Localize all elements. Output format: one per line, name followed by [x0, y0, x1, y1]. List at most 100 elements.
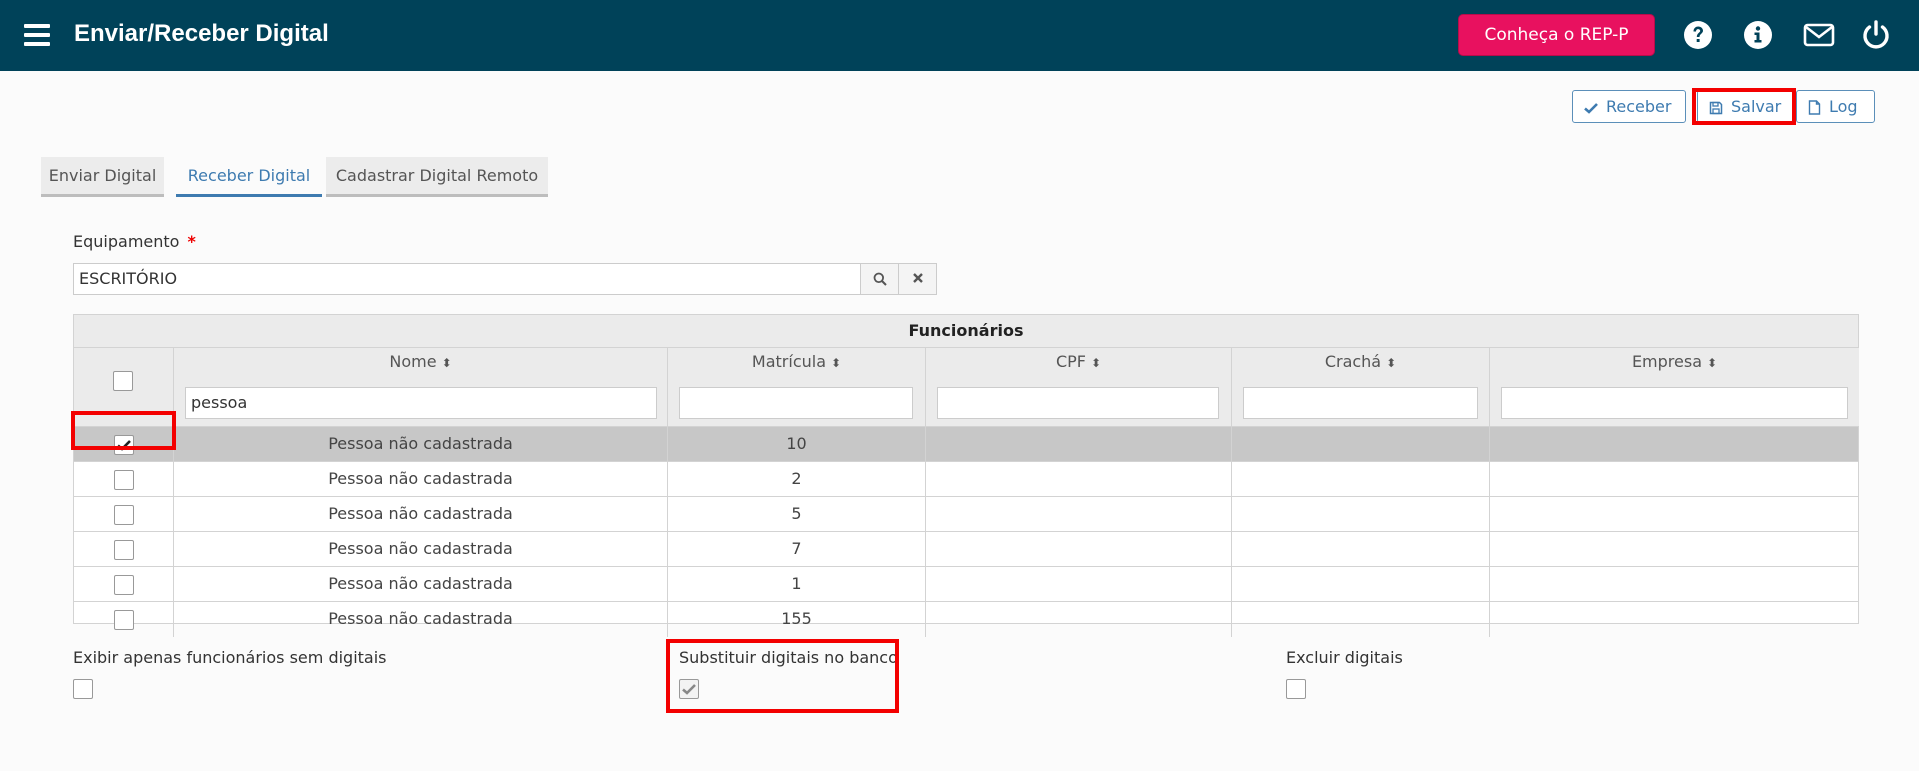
help-icon[interactable]: [1682, 19, 1714, 51]
log-button[interactable]: Log: [1796, 90, 1875, 123]
cpf-cell: [926, 567, 1232, 602]
sort-icon: ⬍: [441, 356, 452, 370]
clear-button[interactable]: [898, 263, 937, 295]
exibir-label: Exibir apenas funcionários sem digitais: [73, 648, 387, 667]
exibir-checkbox[interactable]: [73, 679, 93, 699]
sort-icon: ⬍: [831, 356, 842, 370]
empresa-cell: [1490, 497, 1859, 532]
empresa-cell: [1490, 602, 1859, 637]
power-icon[interactable]: [1860, 19, 1892, 51]
sort-cracha[interactable]: Crachá ⬍: [1232, 352, 1489, 371]
empresa-cell: [1490, 427, 1859, 462]
column-cracha: Crachá ⬍: [1232, 348, 1490, 427]
excluir-checkbox[interactable]: [1286, 679, 1306, 699]
filter-matricula-input[interactable]: [679, 387, 913, 419]
cracha-cell: [1232, 497, 1490, 532]
nome-cell: Pessoa não cadastrada: [174, 567, 668, 602]
nome-cell: Pessoa não cadastrada: [174, 497, 668, 532]
search-icon: [873, 272, 887, 286]
rep-p-button[interactable]: Conheça o REP-P: [1458, 14, 1655, 56]
table-row[interactable]: Pessoa não cadastrada 1: [74, 567, 1858, 602]
filter-cpf-input[interactable]: [937, 387, 1219, 419]
sort-matricula[interactable]: Matrícula ⬍: [668, 352, 925, 371]
select-all-checkbox[interactable]: [113, 371, 133, 391]
matricula-cell: 7: [668, 532, 926, 567]
nome-cell: Pessoa não cadastrada: [174, 462, 668, 497]
save-icon: [1709, 101, 1723, 114]
cpf-cell: [926, 497, 1232, 532]
cracha-cell: [1232, 567, 1490, 602]
equipamento-label: Equipamento *: [73, 232, 196, 251]
nome-cell: Pessoa não cadastrada: [174, 602, 668, 637]
equipamento-input[interactable]: ESCRITÓRIO: [73, 263, 861, 295]
matricula-cell: 2: [668, 462, 926, 497]
check-icon: [116, 439, 131, 451]
table-row[interactable]: Pessoa não cadastrada 155: [74, 602, 1858, 637]
cracha-cell: [1232, 602, 1490, 637]
sort-icon: ⬍: [1090, 356, 1102, 370]
table-row[interactable]: Pessoa não cadastrada 2: [74, 462, 1858, 497]
table-row[interactable]: Pessoa não cadastrada 10: [74, 427, 1858, 462]
funcionarios-table: Funcionários Nome ⬍ pessoa Matrícula ⬍ CPF…: [73, 314, 1859, 637]
table-row[interactable]: Pessoa não cadastrada 5: [74, 497, 1858, 532]
row-checkbox[interactable]: [113, 539, 134, 560]
table-caption: Funcionários: [74, 315, 1858, 348]
matricula-cell: 155: [668, 602, 926, 637]
matricula-cell: 10: [668, 427, 926, 462]
nome-cell: Pessoa não cadastrada: [174, 532, 668, 567]
cracha-cell: [1232, 427, 1490, 462]
excluir-label: Excluir digitais: [1286, 648, 1403, 667]
substituir-checkbox[interactable]: [679, 679, 699, 699]
receber-button[interactable]: Receber: [1572, 90, 1686, 123]
empresa-cell: [1490, 462, 1859, 497]
empresa-cell: [1490, 567, 1859, 602]
filter-empresa-input[interactable]: [1501, 387, 1848, 419]
close-icon: [912, 273, 923, 283]
sort-icon: ⬍: [1707, 356, 1718, 370]
log-label: Log: [1829, 97, 1858, 116]
salvar-button[interactable]: Salvar: [1697, 90, 1793, 123]
filter-nome-input[interactable]: pessoa: [185, 387, 657, 419]
cracha-cell: [1232, 532, 1490, 567]
table-row[interactable]: Pessoa não cadastrada 7: [74, 532, 1858, 567]
substituir-label: Substituir digitais no banco: [679, 648, 898, 667]
column-nome: Nome ⬍ pessoa: [174, 348, 668, 427]
search-button[interactable]: [860, 263, 899, 295]
check-icon: [682, 684, 696, 695]
salvar-label: Salvar: [1731, 97, 1782, 116]
column-matricula: Matrícula ⬍: [668, 348, 926, 427]
filter-cracha-input[interactable]: [1243, 387, 1478, 419]
row-checkbox[interactable]: [113, 469, 134, 490]
receber-label: Receber: [1606, 97, 1672, 116]
top-bar: Enviar/Receber Digital Conheça o REP-P: [0, 0, 1919, 71]
sort-icon: ⬍: [1386, 356, 1397, 370]
row-checkbox[interactable]: [113, 434, 134, 455]
row-checkbox[interactable]: [113, 574, 134, 595]
required-marker: *: [187, 232, 196, 251]
column-empresa: Empresa ⬍: [1490, 348, 1859, 427]
nome-cell: Pessoa não cadastrada: [174, 427, 668, 462]
row-checkbox[interactable]: [113, 504, 134, 525]
cpf-cell: [926, 462, 1232, 497]
cpf-cell: [926, 427, 1232, 462]
cpf-cell: [926, 602, 1232, 637]
info-icon[interactable]: [1742, 19, 1774, 51]
tab-cadastrar-digital-remoto[interactable]: Cadastrar Digital Remoto: [326, 157, 548, 197]
matricula-cell: 1: [668, 567, 926, 602]
row-checkbox[interactable]: [113, 609, 134, 630]
tab-receber-digital[interactable]: Receber Digital: [176, 157, 322, 197]
cracha-cell: [1232, 462, 1490, 497]
mail-icon[interactable]: [1803, 19, 1835, 51]
file-icon: [1808, 100, 1821, 115]
column-cpf: CPF ⬍: [926, 348, 1232, 427]
cpf-cell: [926, 532, 1232, 567]
empresa-cell: [1490, 532, 1859, 567]
select-all-header: [74, 348, 174, 427]
matricula-cell: 5: [668, 497, 926, 532]
page-title: Enviar/Receber Digital: [74, 20, 329, 47]
sort-nome[interactable]: Nome ⬍: [174, 352, 667, 371]
menu-icon[interactable]: [24, 24, 50, 46]
sort-empresa[interactable]: Empresa ⬍: [1490, 352, 1859, 371]
tab-enviar-digital[interactable]: Enviar Digital: [41, 157, 164, 197]
sort-cpf[interactable]: CPF ⬍: [926, 352, 1231, 371]
